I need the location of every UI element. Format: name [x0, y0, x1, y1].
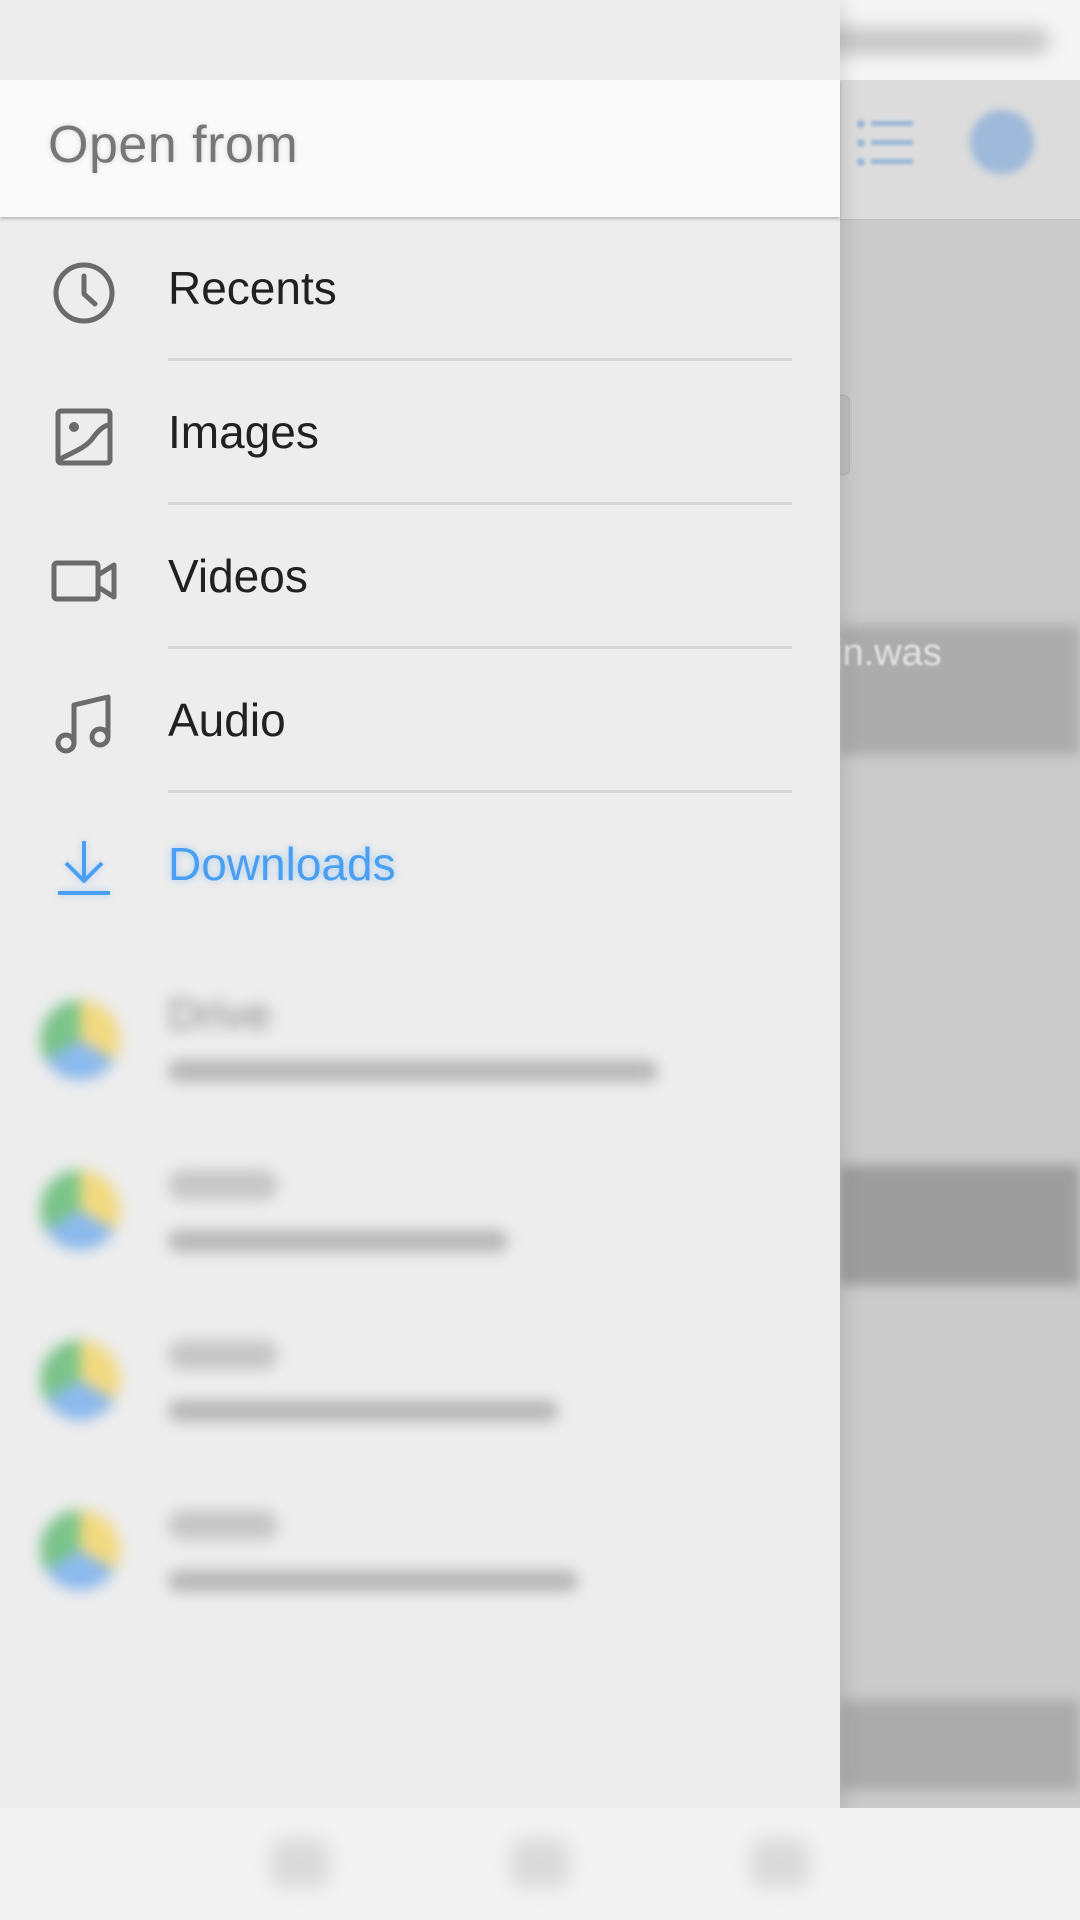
account-email — [168, 1060, 658, 1082]
image-icon — [50, 403, 118, 471]
google-drive-icon — [40, 1000, 120, 1080]
account-item[interactable] — [0, 1130, 840, 1300]
roots-drawer: Open from Recents Images Videos Audio Do… — [0, 0, 840, 1920]
account-email — [168, 1570, 578, 1592]
account-email — [168, 1230, 508, 1252]
root-item-label: Audio — [168, 694, 286, 746]
root-item-label: Images — [168, 406, 319, 458]
clock-icon — [50, 259, 118, 327]
root-item-label: Videos — [168, 550, 308, 602]
recents-button[interactable] — [750, 1838, 810, 1888]
download-icon — [50, 835, 118, 903]
account-email — [168, 1400, 558, 1422]
navigation-bar — [0, 1808, 1080, 1920]
home-button[interactable] — [510, 1838, 570, 1888]
account-avatar[interactable] — [970, 110, 1034, 174]
google-drive-icon — [40, 1340, 120, 1420]
root-item-downloads[interactable]: Downloads — [0, 793, 840, 937]
root-item-label: Downloads — [168, 838, 396, 890]
root-item-recents[interactable]: Recents — [0, 217, 840, 361]
roots-list: Recents Images Videos Audio Downloads — [0, 217, 840, 937]
back-button[interactable] — [270, 1838, 330, 1888]
root-item-audio[interactable]: Audio — [0, 649, 840, 793]
google-drive-icon — [40, 1170, 120, 1250]
background-row — [840, 1700, 1080, 1790]
root-item-videos[interactable]: Videos — [0, 505, 840, 649]
account-title: Drive — [168, 990, 271, 1039]
music-note-icon — [50, 691, 118, 759]
account-item[interactable]: Drive — [0, 960, 840, 1130]
account-item[interactable] — [0, 1470, 840, 1640]
account-item[interactable] — [0, 1300, 840, 1470]
videocam-icon — [50, 547, 118, 615]
root-item-images[interactable]: Images — [0, 361, 840, 505]
drawer-title: Open from — [48, 116, 299, 174]
drive-accounts-list: Drive — [0, 960, 840, 1640]
root-item-label: Recents — [168, 262, 337, 314]
background-row — [840, 1165, 1080, 1285]
account-title — [168, 1340, 278, 1370]
account-title — [168, 1510, 278, 1540]
google-drive-icon — [40, 1510, 120, 1590]
drawer-header: Open from — [0, 80, 840, 217]
account-title — [168, 1170, 278, 1200]
list-view-icon[interactable] — [855, 118, 915, 168]
